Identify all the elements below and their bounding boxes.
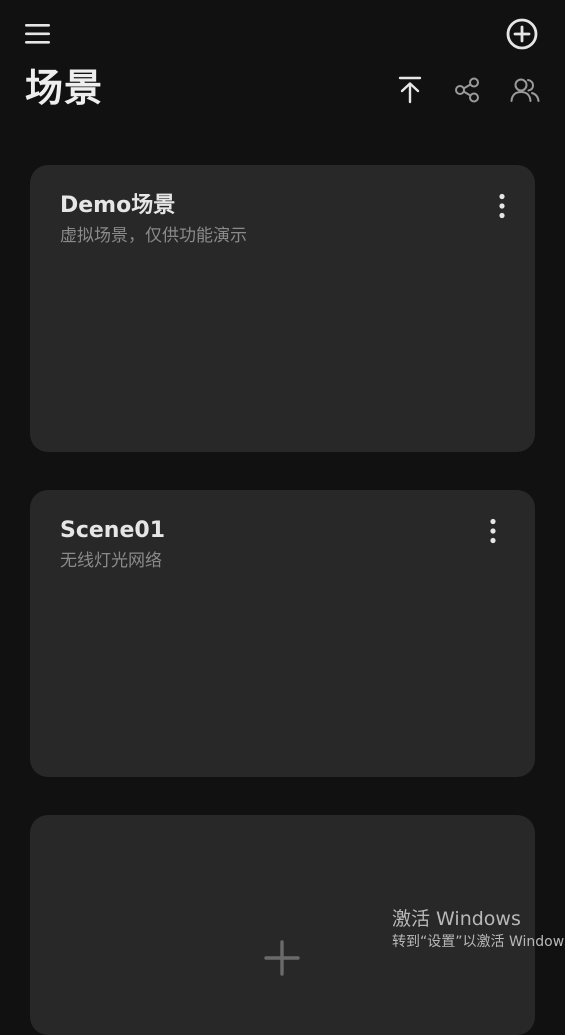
scene-card-description: 无线灯光网络 [60,551,162,571]
more-vertical-icon [499,193,505,219]
menu-button[interactable] [18,16,58,52]
share-button[interactable] [447,70,487,110]
hamburger-menu-icon [25,24,50,44]
scene-card[interactable]: Demo场景 虚拟场景，仅供功能演示 [30,165,535,452]
upload-button[interactable] [390,70,430,110]
scene-card-description: 虚拟场景，仅供功能演示 [60,226,247,246]
scene-card[interactable]: Scene01 无线灯光网络 [30,490,535,777]
scene-card-title: Demo场景 [60,193,176,218]
upload-to-top-icon [398,76,422,104]
scene-card-more-button[interactable] [489,189,515,223]
scene-card-title: Scene01 [60,518,166,543]
plus-icon [264,940,300,976]
add-circle-icon [506,18,538,50]
page-title: 场景 [25,66,104,110]
more-vertical-icon [490,518,496,544]
scene-card-more-button[interactable] [480,514,506,548]
users-icon [510,78,540,102]
users-button[interactable] [505,70,545,110]
share-icon [455,77,479,103]
add-scene-card[interactable] [30,815,535,1035]
add-scene-button[interactable] [500,14,544,54]
